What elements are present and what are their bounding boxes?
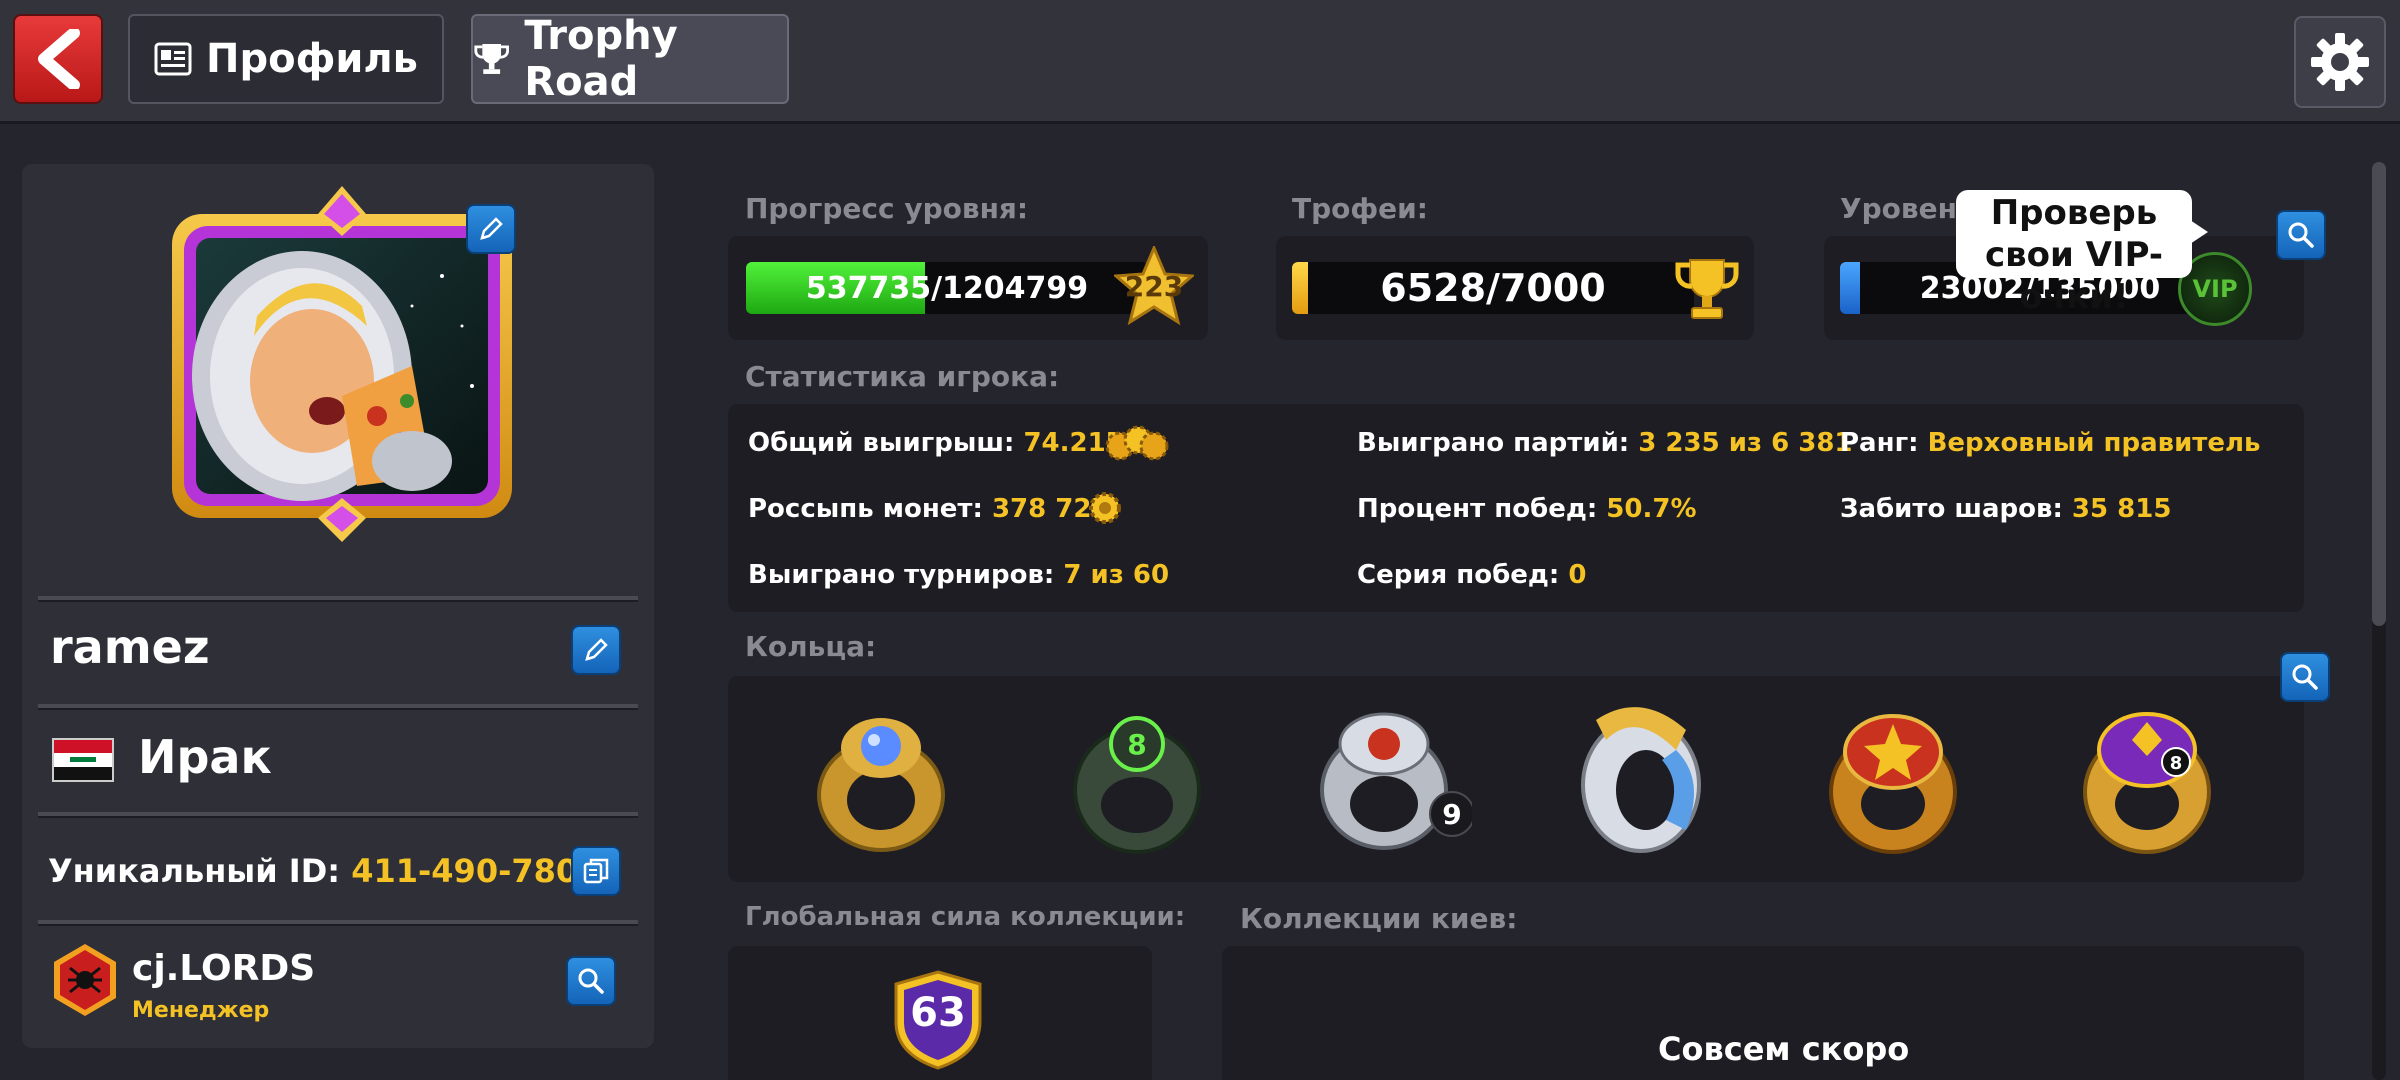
gold-trophy-icon — [1675, 259, 1739, 319]
stat-games-won: Выиграно партий: 3 235 из 6 381 — [1357, 428, 1853, 458]
top-bar: Профиль Trophy Road — [0, 0, 2400, 124]
gear-icon — [2311, 33, 2369, 91]
profile-panel: ramez Ирак Уникальный ID: 411-490-780-6 — [22, 164, 654, 1048]
svg-text:8: 8 — [1127, 728, 1146, 761]
coins-icon — [1105, 425, 1169, 461]
stat-games-won-value: 3 235 из 6 381 — [1638, 428, 1853, 458]
stat-rank-value: Верховный правитель — [1927, 428, 2261, 458]
stat-win-percent-label: Процент побед: — [1357, 494, 1598, 524]
ring-blue-gem-icon[interactable] — [806, 700, 956, 860]
coin-icon — [1089, 492, 1121, 524]
divider — [38, 704, 638, 710]
club-name: cj.LORDS — [132, 948, 316, 989]
ring-red-star-icon[interactable] — [1818, 700, 1968, 860]
stat-balls-potted: Забито шаров: 35 815 — [1840, 494, 2171, 524]
settings-button[interactable] — [2294, 16, 2386, 108]
back-button[interactable] — [13, 14, 103, 104]
vip-level-label: Уровен — [1840, 192, 1957, 225]
collection-power-title: Глобальная сила коллекции: — [745, 902, 1186, 932]
club-search-button[interactable] — [566, 956, 616, 1006]
copy-id-button[interactable] — [571, 846, 621, 896]
divider — [38, 596, 638, 602]
tab-profile-label: Профиль — [206, 36, 418, 82]
divider — [38, 812, 638, 818]
stat-balls-potted-value: 35 815 — [2071, 494, 2172, 524]
player-name: ramez — [50, 620, 210, 674]
club-role: Менеджер — [132, 998, 270, 1023]
edit-avatar-button[interactable] — [466, 204, 516, 254]
tab-trophy-road-label: Trophy Road — [524, 13, 678, 105]
back-arrow-icon — [38, 29, 80, 89]
stat-tournaments-value: 7 из 60 — [1063, 560, 1170, 590]
tab-trophy-road[interactable]: Trophy Road — [471, 13, 789, 105]
stat-coin-scatter: Россыпь монет: 378 727 — [748, 494, 1110, 524]
stat-tournaments-label: Выиграно турниров: — [748, 560, 1055, 590]
trophy-icon — [474, 44, 509, 74]
pencil-icon — [480, 217, 503, 240]
stat-total-win: Общий выигрыш: 74.21B — [748, 428, 1126, 458]
unique-id: Уникальный ID: 411-490-780-6 — [48, 852, 614, 890]
search-icon — [2292, 664, 2318, 690]
coming-soon-text: Совсем скоро — [1658, 1030, 1910, 1068]
trophies-label: Трофеи: — [1292, 192, 1428, 225]
level-progress-label: Прогресс уровня: — [745, 192, 1029, 225]
ring-badge-count: 9 — [1442, 798, 1461, 831]
stat-balls-potted-label: Забито шаров: — [1840, 494, 2063, 524]
copy-icon — [583, 858, 609, 884]
stat-games-won-label: Выиграно партий: — [1357, 428, 1630, 458]
ring-winstreak-silver-icon[interactable] — [1566, 690, 1716, 860]
rings-box — [728, 676, 2304, 882]
collection-power-value: 63 — [910, 990, 966, 1036]
iraq-flag-icon — [52, 738, 114, 782]
trophies-text: 6528/7000 — [1380, 266, 1606, 310]
divider — [38, 920, 638, 926]
player-stats-title: Статистика игрока: — [745, 360, 1060, 393]
rings-title: Кольца: — [745, 630, 877, 663]
cue-collections-title: Коллекции киев: — [1240, 902, 1518, 935]
level-number: 223 — [1124, 270, 1184, 303]
edit-name-button[interactable] — [571, 625, 621, 675]
tab-profile[interactable]: Профиль — [128, 14, 444, 104]
vip-tooltip: Проверь свои VIP-очки! — [1956, 190, 2208, 317]
rings-info-button[interactable] — [2280, 652, 2330, 702]
stat-total-win-label: Общий выигрыш: — [748, 428, 1015, 458]
stat-tournaments: Выиграно турниров: 7 из 60 — [748, 560, 1169, 590]
trophies-bar: 6528/7000 — [1292, 262, 1694, 314]
ring-purple-8-icon[interactable]: 8 — [2072, 700, 2222, 860]
search-icon — [2288, 222, 2314, 248]
scrollbar-thumb[interactable] — [2372, 162, 2386, 626]
stat-win-streak: Серия побед: 0 — [1357, 560, 1586, 590]
stat-win-streak-label: Серия побед: — [1357, 560, 1560, 590]
level-progress-text: 537735/1204799 — [805, 270, 1089, 306]
ring-silver-9-icon[interactable]: 9 — [1312, 700, 1472, 860]
scrollbar[interactable] — [2372, 162, 2386, 1080]
ring-green-8-icon[interactable]: 8 — [1062, 700, 1212, 860]
level-progress-bar: 537735/1204799 — [746, 262, 1148, 314]
stat-rank: Ранг: Верховный правитель — [1840, 428, 2260, 458]
stat-coin-scatter-label: Россыпь монет: — [748, 494, 983, 524]
svg-text:8: 8 — [2170, 753, 2183, 774]
vip-info-button[interactable] — [2276, 210, 2326, 260]
stat-win-streak-value: 0 — [1568, 560, 1587, 590]
club-emblem-icon — [54, 944, 116, 1016]
player-country: Ирак — [138, 730, 272, 784]
stat-win-percent: Процент побед: 50.7% — [1357, 494, 1697, 524]
search-icon — [578, 968, 604, 994]
stat-rank-label: Ранг: — [1840, 428, 1919, 458]
unique-id-label: Уникальный ID: — [48, 852, 341, 890]
pencil-icon — [585, 638, 608, 661]
profile-card-icon — [154, 42, 192, 76]
stat-win-percent-value: 50.7% — [1606, 494, 1697, 524]
